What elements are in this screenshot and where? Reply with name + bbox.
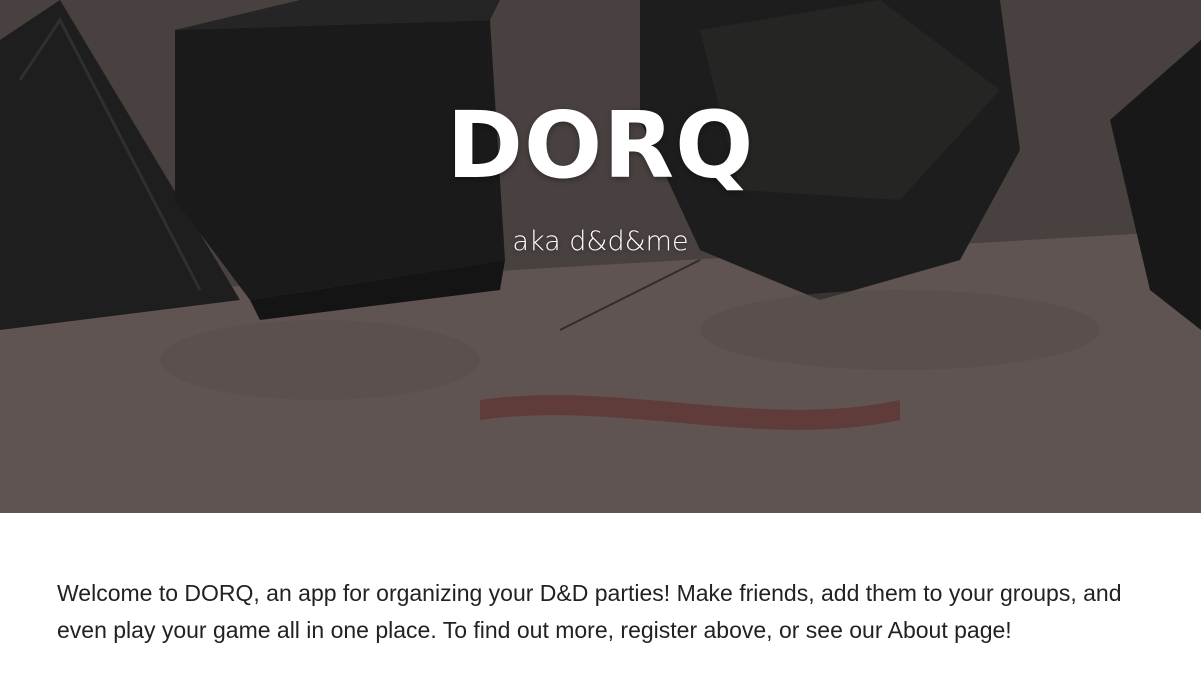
welcome-paragraph: Welcome to DORQ, an app for organizing y… xyxy=(57,580,1122,643)
site-subtitle: aka d&d&me xyxy=(512,226,689,257)
site-title: DORQ xyxy=(446,92,755,199)
hero-banner: DORQ aka d&d&me xyxy=(0,0,1201,513)
hero-text: DORQ aka d&d&me xyxy=(0,0,1201,513)
